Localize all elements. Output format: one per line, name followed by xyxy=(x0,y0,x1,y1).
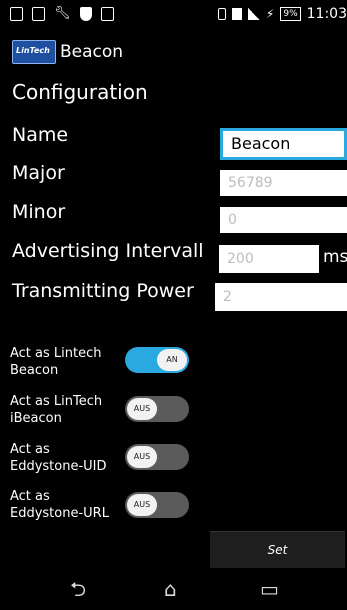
clock: 11:03 xyxy=(306,6,347,22)
vibrate-icon xyxy=(217,8,226,20)
battery-indicator: 9% xyxy=(280,7,301,21)
back-arrow-icon[interactable]: ⮌ xyxy=(70,578,86,600)
interval-label: Advertising Intervall xyxy=(12,240,204,262)
toggle-label-lintech-beacon: Act as Lintech Beacon xyxy=(10,346,102,378)
major-input[interactable]: 56789 xyxy=(220,170,347,196)
action-bar: LinTech Beacon xyxy=(0,30,347,72)
name-label: Name xyxy=(12,124,69,146)
sim-icon xyxy=(231,8,242,20)
status-bar: 🔧︎ ⚡︎ 9% 11:03 xyxy=(0,0,347,30)
storage-icon xyxy=(10,7,23,21)
wrench-icon: 🔧︎ xyxy=(54,6,71,21)
toggle-label-eddystone-uid: Act as Eddystone-UID xyxy=(10,442,107,474)
section-title: Configuration xyxy=(12,80,148,104)
name-input[interactable]: Beacon xyxy=(220,128,347,160)
toggle-knob: AUS xyxy=(127,398,157,420)
notification-icons: 🔧︎ xyxy=(10,7,114,21)
system-indicators: ⚡︎ 9% 11:03 xyxy=(217,6,347,22)
toggle-lintech-beacon[interactable]: AN xyxy=(125,347,189,373)
image-icon xyxy=(100,7,114,21)
toggle-ibeacon[interactable]: AUS xyxy=(125,396,189,422)
toggle-label-ibeacon: Act as LinTech iBeacon xyxy=(10,394,103,426)
toggle-eddystone-url[interactable]: AUS xyxy=(125,492,189,518)
interval-unit: ms xyxy=(323,247,347,267)
power-label: Transmitting Power xyxy=(12,280,194,302)
app-logo-text: LinTech xyxy=(16,46,50,55)
toggle-label-eddystone-url: Act as Eddystone-URL xyxy=(10,489,109,521)
toggle-knob: AUS xyxy=(127,494,157,516)
recent-apps-icon[interactable]: ▭ xyxy=(260,578,279,600)
charging-icon: ⚡︎ xyxy=(265,7,275,21)
home-icon[interactable]: ⌂ xyxy=(164,578,177,600)
signal-icon xyxy=(247,8,260,20)
toggle-knob: AN xyxy=(157,349,187,371)
toggle-knob: AUS xyxy=(127,446,157,468)
interval-input[interactable]: 200 xyxy=(219,245,319,273)
app-title: Beacon xyxy=(60,42,124,62)
app-logo-icon[interactable]: LinTech xyxy=(12,40,56,64)
toggle-eddystone-uid[interactable]: AUS xyxy=(125,444,189,470)
set-button[interactable]: Set xyxy=(210,531,345,568)
app-screen: 🔧︎ ⚡︎ 9% 11:03 LinTech Beacon Configurat… xyxy=(0,0,347,610)
minor-input[interactable]: 0 xyxy=(220,207,347,233)
minor-label: Minor xyxy=(12,201,66,223)
checklist-icon xyxy=(32,7,45,21)
shield-icon xyxy=(79,7,92,21)
power-input[interactable]: 2 xyxy=(215,283,347,311)
navigation-bar: ⮌ ⌂ ▭ xyxy=(0,568,347,610)
major-label: Major xyxy=(12,162,65,184)
